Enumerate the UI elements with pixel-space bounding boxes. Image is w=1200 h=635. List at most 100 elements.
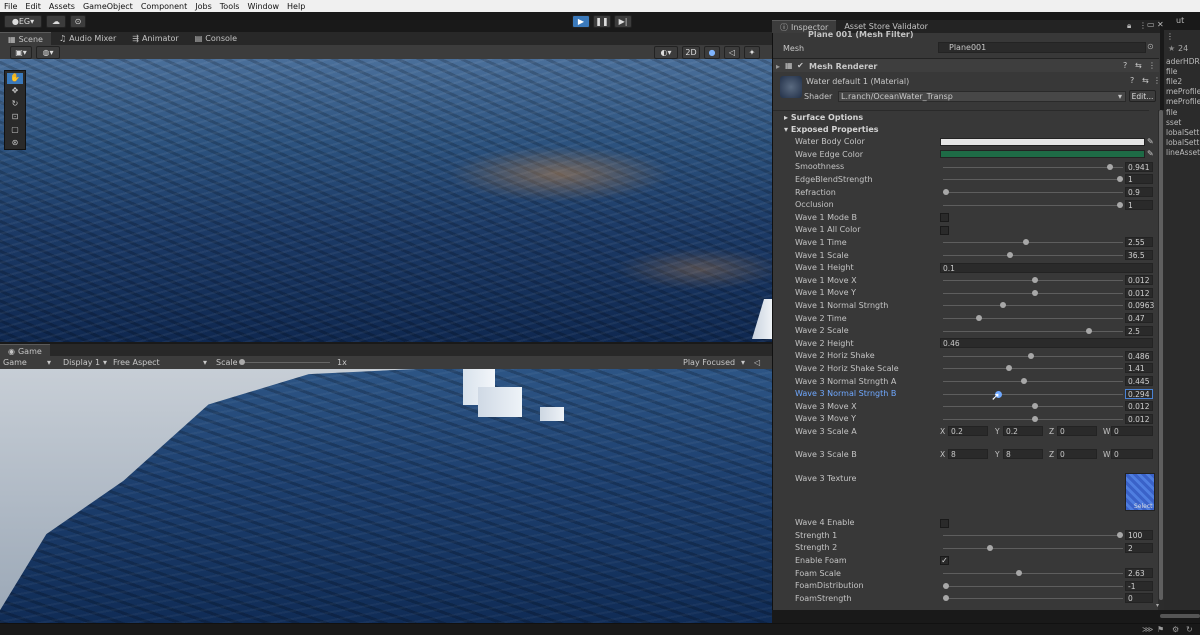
rect-tool-icon[interactable]: ▢ (7, 125, 23, 136)
slider-knob[interactable] (1023, 239, 1030, 246)
eyedropper-icon[interactable]: ✎ (1147, 137, 1154, 146)
property-value-field[interactable]: 0.012 (1125, 401, 1153, 412)
menu-help[interactable]: Help (287, 2, 305, 11)
game-viewport[interactable] (0, 369, 772, 623)
draw-mode-button[interactable]: ▣▾ (10, 46, 32, 59)
mute-icon[interactable]: ◁ (754, 358, 760, 367)
project-item[interactable]: aderHDR (1166, 57, 1200, 66)
color-field[interactable] (940, 137, 1145, 146)
property-value-field[interactable]: 2.63 (1125, 567, 1153, 578)
slider-knob[interactable] (976, 314, 983, 321)
mesh-renderer-header[interactable]: ▸ ▦ ✔ Mesh Renderer ? ⇆ ⋮ (773, 58, 1159, 72)
property-slider[interactable] (943, 330, 1123, 332)
property-slider[interactable] (943, 380, 1123, 382)
property-slider[interactable] (943, 585, 1123, 587)
globe-icon[interactable]: ◍▾ (36, 46, 60, 59)
account-dropdown[interactable]: ● EG ▾ (4, 15, 42, 28)
project-item[interactable]: file (1166, 108, 1177, 117)
vector-w-field[interactable]: 0 (1111, 426, 1153, 437)
property-value-field[interactable]: 2 (1125, 542, 1153, 553)
vector-x-field[interactable]: 0.2 (948, 426, 988, 437)
preset-icon[interactable]: ⇆ (1142, 76, 1149, 85)
project-item[interactable]: sset (1166, 118, 1181, 127)
light-icon[interactable]: ● (704, 46, 720, 59)
step-button[interactable]: ▶| (614, 15, 632, 28)
texture-slot[interactable]: Select (1125, 473, 1155, 511)
tab-audio-mixer[interactable]: ♫ Audio Mixer (51, 32, 124, 45)
property-checkbox[interactable] (940, 225, 949, 235)
property-slider[interactable] (943, 166, 1123, 168)
kebab-menu-icon[interactable]: ⋮ (1139, 21, 1147, 30)
slider-knob[interactable] (1106, 163, 1113, 170)
property-slider[interactable] (943, 572, 1123, 574)
hand-tool-icon[interactable]: ✋ (7, 73, 23, 84)
color-field[interactable] (940, 150, 1145, 159)
texture-select-label[interactable]: Select (1134, 503, 1153, 510)
layout-dropdown[interactable]: ut (1176, 16, 1184, 25)
property-checkbox[interactable] (940, 518, 949, 528)
property-value-field[interactable]: 2.55 (1125, 237, 1153, 248)
rotate-tool-icon[interactable]: ↻ (7, 99, 23, 110)
property-value-field[interactable]: 0.012 (1125, 275, 1153, 286)
scale-slider-knob[interactable] (239, 359, 245, 365)
property-value-field[interactable]: 1.41 (1125, 363, 1153, 374)
display-dropdown[interactable]: Display 1 (63, 358, 100, 367)
shader-edit-button[interactable]: Edit... (1129, 90, 1156, 102)
project-item[interactable]: lobalSett (1166, 138, 1199, 147)
vector-z-field[interactable]: 0 (1057, 426, 1097, 437)
tab-scene[interactable]: ▦ Scene (0, 32, 51, 45)
property-value-field[interactable]: 0.0963 (1125, 300, 1154, 311)
menu-file[interactable]: File (4, 2, 17, 11)
property-slider[interactable] (943, 535, 1123, 537)
refresh-icon[interactable]: ↻ (1186, 625, 1193, 634)
aspect-dropdown[interactable]: Free Aspect (113, 358, 160, 367)
scale-tool-icon[interactable]: ⊡ (7, 112, 23, 123)
effects-icon[interactable]: ✦ (744, 46, 760, 59)
slider-knob[interactable] (1117, 201, 1123, 208)
project-item[interactable]: file2 (1166, 77, 1182, 86)
property-slider[interactable] (943, 393, 1123, 395)
menu-gameobject[interactable]: GameObject (83, 2, 133, 11)
menu-assets[interactable]: Assets (49, 2, 75, 11)
project-item[interactable]: meProfile (1166, 87, 1200, 96)
property-value-field[interactable]: 0.012 (1125, 287, 1153, 298)
kebab-menu-icon[interactable]: ⋮ (1148, 61, 1156, 70)
audio-toggle-icon[interactable]: ◁ (724, 46, 740, 59)
move-tool-icon[interactable]: ✥ (7, 86, 23, 97)
property-slider[interactable] (943, 368, 1123, 370)
mesh-field[interactable]: Plane001 (938, 42, 1146, 53)
property-checkbox[interactable]: ✓ (940, 556, 949, 566)
property-value-field[interactable]: -1 (1125, 580, 1153, 591)
property-value-field[interactable]: 0.012 (1125, 413, 1153, 424)
slider-knob[interactable] (943, 595, 949, 602)
scene-viewport[interactable] (0, 59, 772, 342)
property-slider[interactable] (943, 242, 1123, 244)
project-item[interactable]: file (1166, 67, 1177, 76)
project-item[interactable]: lineAsset (1166, 148, 1200, 157)
slider-knob[interactable] (1005, 365, 1012, 372)
game-mode-dropdown[interactable]: Game (3, 358, 27, 367)
menu-window[interactable]: Window (247, 2, 279, 11)
project-item[interactable]: meProfile (1166, 97, 1200, 106)
menu-edit[interactable]: Edit (25, 2, 41, 11)
slider-knob[interactable] (1007, 251, 1014, 258)
tab-console[interactable]: ▤ Console (187, 32, 245, 45)
scroll-down-icon[interactable]: ▾ (1156, 602, 1159, 609)
property-value-field[interactable]: 0.47 (1125, 312, 1153, 323)
preset-icon[interactable]: ⇆ (1135, 61, 1142, 70)
slider-knob[interactable] (1031, 277, 1038, 284)
slider-knob[interactable] (1016, 569, 1023, 576)
kebab-menu-icon[interactable]: ⋮ (1153, 76, 1161, 85)
close-icon[interactable]: ✕ (1157, 20, 1164, 29)
transform-tool-icon[interactable]: ⊛ (7, 138, 23, 149)
help-icon[interactable]: ? (1123, 61, 1127, 70)
maximize-icon[interactable]: ▭ (1147, 20, 1155, 29)
eyedropper-icon[interactable]: ✎ (1147, 149, 1154, 158)
property-slider[interactable] (943, 191, 1123, 193)
slider-knob[interactable] (1031, 415, 1038, 422)
property-float-field[interactable]: 0.1 (940, 262, 1153, 273)
property-value-field[interactable]: 0 (1125, 593, 1153, 604)
vector-x-field[interactable]: 8 (948, 449, 988, 459)
slider-knob[interactable] (1085, 327, 1092, 334)
play-focused-dropdown[interactable]: Play Focused (683, 358, 735, 367)
